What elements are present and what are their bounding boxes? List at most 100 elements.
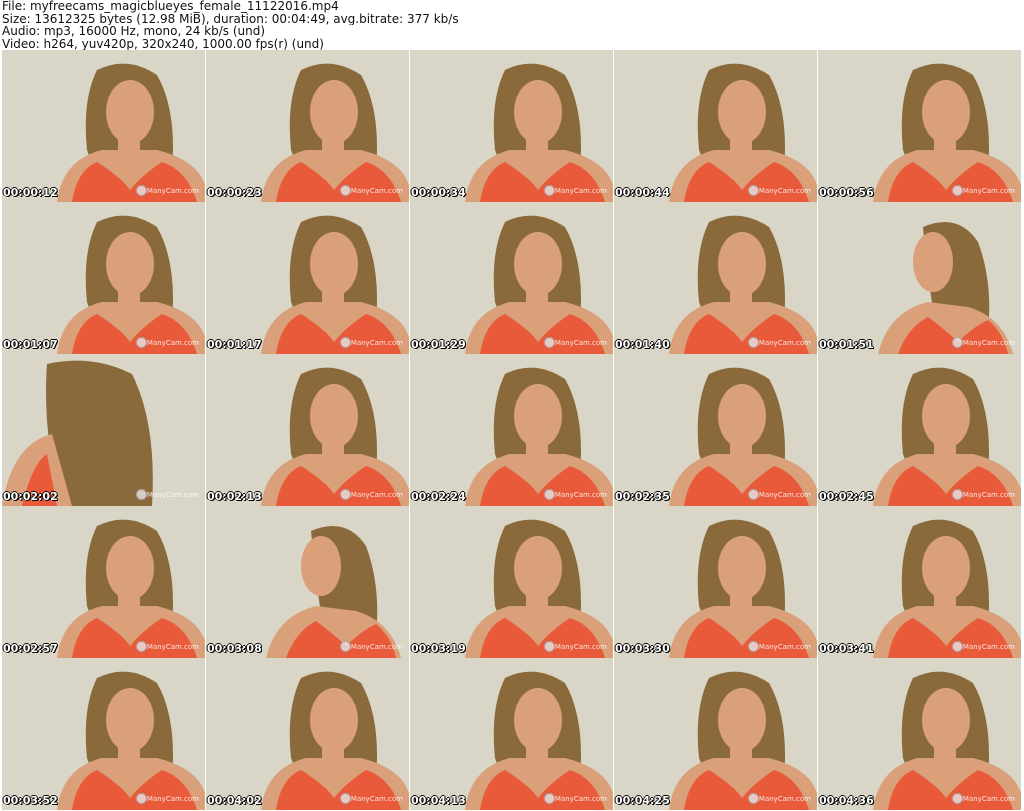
frame-image — [2, 506, 205, 658]
manycam-logo-icon — [952, 641, 963, 652]
frame-image — [410, 506, 613, 658]
watermark-text: ManyCam.com — [554, 795, 607, 803]
size-line: Size: 13612325 bytes (12.98 MiB), durati… — [2, 12, 459, 25]
manycam-logo-icon — [748, 489, 759, 500]
watermark-text: ManyCam.com — [758, 491, 811, 499]
timestamp-label: 00:03:30 — [615, 642, 670, 655]
video-frame-thumbnail: ManyCam.com 00:00:34 — [410, 50, 613, 202]
frame-image — [614, 50, 817, 202]
manycam-logo-icon — [340, 337, 351, 348]
timestamp-label: 00:02:02 — [3, 490, 58, 503]
thumbnail-grid: ManyCam.com 00:00:12 ManyCam.com 00:00:23 … — [2, 50, 1021, 810]
frame-image — [410, 202, 613, 354]
timestamp-label: 00:02:24 — [411, 490, 466, 503]
timestamp-label: 00:01:40 — [615, 338, 670, 351]
timestamp-label: 00:03:08 — [207, 642, 262, 655]
frame-image — [818, 202, 1021, 354]
watermark-text: ManyCam.com — [350, 491, 403, 499]
watermark-text: ManyCam.com — [350, 187, 403, 195]
manycam-logo-icon — [952, 489, 963, 500]
timestamp-label: 00:01:17 — [207, 338, 262, 351]
manycam-logo-icon — [952, 185, 963, 196]
manycam-logo-icon — [544, 489, 555, 500]
video-frame-thumbnail: ManyCam.com 00:03:41 — [818, 506, 1021, 658]
video-frame-thumbnail: ManyCam.com 00:01:17 — [206, 202, 409, 354]
timestamp-label: 00:00:56 — [819, 186, 874, 199]
video-frame-thumbnail: ManyCam.com 00:04:13 — [410, 658, 613, 810]
frame-image — [2, 354, 205, 506]
video-frame-thumbnail: ManyCam.com 00:01:29 — [410, 202, 613, 354]
frame-image — [614, 354, 817, 506]
frame-image — [2, 658, 205, 810]
frame-image — [410, 50, 613, 202]
timestamp-label: 00:01:51 — [819, 338, 874, 351]
manycam-logo-icon — [544, 793, 555, 804]
frame-image — [614, 202, 817, 354]
timestamp-label: 00:04:25 — [615, 794, 670, 807]
watermark-text: ManyCam.com — [554, 187, 607, 195]
timestamp-label: 00:02:45 — [819, 490, 874, 503]
timestamp-label: 00:01:07 — [3, 338, 58, 351]
video-frame-thumbnail: ManyCam.com 00:01:51 — [818, 202, 1021, 354]
video-frame-thumbnail: ManyCam.com 00:02:24 — [410, 354, 613, 506]
frame-image — [206, 658, 409, 810]
manycam-logo-icon — [136, 793, 147, 804]
manycam-logo-icon — [952, 337, 963, 348]
manycam-logo-icon — [340, 793, 351, 804]
video-frame-thumbnail: ManyCam.com 00:02:02 — [2, 354, 205, 506]
video-line: Video: h264, yuv420p, 320x240, 1000.00 f… — [2, 37, 324, 50]
manycam-logo-icon — [748, 641, 759, 652]
watermark-text: ManyCam.com — [962, 795, 1015, 803]
manycam-logo-icon — [340, 641, 351, 652]
timestamp-label: 00:02:35 — [615, 490, 670, 503]
manycam-logo-icon — [544, 185, 555, 196]
timestamp-label: 00:02:13 — [207, 490, 262, 503]
video-frame-thumbnail: ManyCam.com 00:00:44 — [614, 50, 817, 202]
timestamp-label: 00:03:19 — [411, 642, 466, 655]
watermark-text: ManyCam.com — [146, 491, 199, 499]
manycam-logo-icon — [136, 489, 147, 500]
manycam-logo-icon — [136, 185, 147, 196]
watermark-text: ManyCam.com — [962, 491, 1015, 499]
video-frame-thumbnail: ManyCam.com 00:01:07 — [2, 202, 205, 354]
video-frame-thumbnail: ManyCam.com 00:04:02 — [206, 658, 409, 810]
timestamp-label: 00:02:57 — [3, 642, 58, 655]
manycam-logo-icon — [136, 641, 147, 652]
timestamp-label: 00:01:29 — [411, 338, 466, 351]
manycam-logo-icon — [340, 185, 351, 196]
video-frame-thumbnail: ManyCam.com 00:02:13 — [206, 354, 409, 506]
frame-image — [614, 506, 817, 658]
timestamp-label: 00:04:02 — [207, 794, 262, 807]
timestamp-label: 00:00:44 — [615, 186, 670, 199]
manycam-logo-icon — [748, 185, 759, 196]
watermark-text: ManyCam.com — [350, 339, 403, 347]
watermark-text: ManyCam.com — [350, 795, 403, 803]
video-frame-thumbnail: ManyCam.com 00:01:40 — [614, 202, 817, 354]
frame-image — [2, 50, 205, 202]
watermark-text: ManyCam.com — [146, 339, 199, 347]
video-frame-thumbnail: ManyCam.com 00:03:30 — [614, 506, 817, 658]
video-frame-thumbnail: ManyCam.com 00:00:23 — [206, 50, 409, 202]
frame-image — [206, 50, 409, 202]
frame-image — [206, 354, 409, 506]
video-frame-thumbnail: ManyCam.com 00:04:36 — [818, 658, 1021, 810]
frame-image — [410, 658, 613, 810]
video-frame-thumbnail: ManyCam.com 00:00:56 — [818, 50, 1021, 202]
watermark-text: ManyCam.com — [554, 339, 607, 347]
video-frame-thumbnail: ManyCam.com 00:04:25 — [614, 658, 817, 810]
header-info: File: myfreecams_magicblueyes_female_111… — [2, 0, 1022, 50]
video-frame-thumbnail: ManyCam.com 00:03:19 — [410, 506, 613, 658]
manycam-logo-icon — [544, 641, 555, 652]
video-frame-thumbnail: ManyCam.com 00:00:12 — [2, 50, 205, 202]
timestamp-label: 00:04:13 — [411, 794, 466, 807]
watermark-text: ManyCam.com — [962, 187, 1015, 195]
manycam-logo-icon — [952, 793, 963, 804]
frame-image — [2, 202, 205, 354]
watermark-text: ManyCam.com — [758, 187, 811, 195]
watermark-text: ManyCam.com — [758, 339, 811, 347]
frame-image — [206, 202, 409, 354]
timestamp-label: 00:00:23 — [207, 186, 262, 199]
watermark-text: ManyCam.com — [554, 643, 607, 651]
watermark-text: ManyCam.com — [758, 795, 811, 803]
frame-image — [818, 50, 1021, 202]
